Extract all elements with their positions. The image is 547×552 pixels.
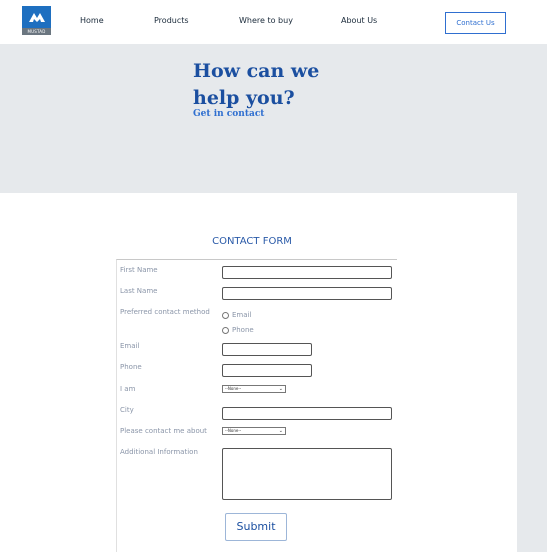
phone-field[interactable] bbox=[222, 364, 312, 377]
chevron-down-icon: ⌄ bbox=[278, 428, 283, 434]
additional-info-textarea[interactable] bbox=[222, 448, 392, 500]
email-field[interactable] bbox=[222, 343, 312, 356]
hero-banner: How can we help you? Get in contact bbox=[0, 44, 547, 193]
radio-email[interactable] bbox=[222, 312, 229, 319]
right-gutter bbox=[517, 193, 547, 552]
contact-about-select[interactable]: --None-- ⌄ bbox=[222, 427, 286, 435]
form-heading: CONTACT FORM bbox=[212, 236, 292, 247]
chevron-down-icon: ⌄ bbox=[278, 386, 283, 392]
contact-form bbox=[116, 259, 397, 552]
radio-phone[interactable] bbox=[222, 327, 229, 334]
nav-products[interactable]: Products bbox=[154, 16, 189, 25]
last-name-label: Last Name bbox=[120, 287, 158, 295]
phone-label: Phone bbox=[120, 363, 142, 371]
additional-info-label: Additional Information bbox=[120, 448, 198, 456]
site-header: MUSTAD Home Products Where to buy About … bbox=[0, 0, 547, 44]
logo-text: MUSTAD bbox=[22, 28, 51, 35]
first-name-label: First Name bbox=[120, 266, 158, 274]
radio-phone-label: Phone bbox=[232, 326, 254, 334]
email-label: Email bbox=[120, 342, 140, 350]
mustad-logo[interactable]: MUSTAD bbox=[22, 6, 51, 35]
i-am-label: I am bbox=[120, 385, 136, 393]
i-am-select[interactable]: --None-- ⌄ bbox=[222, 385, 286, 393]
nav-home[interactable]: Home bbox=[80, 16, 104, 25]
logo-mark-icon bbox=[28, 13, 45, 22]
nav-about-us[interactable]: About Us bbox=[341, 16, 377, 25]
contact-about-label: Please contact me about bbox=[120, 427, 207, 435]
nav-where-to-buy[interactable]: Where to buy bbox=[239, 16, 293, 25]
radio-email-label: Email bbox=[232, 311, 252, 319]
hero-title-line2: help you? bbox=[193, 87, 295, 109]
i-am-selected-value: --None-- bbox=[225, 386, 242, 391]
hero-title: How can we help you? bbox=[193, 58, 373, 112]
submit-button[interactable]: Submit bbox=[225, 513, 287, 541]
last-name-field[interactable] bbox=[222, 287, 392, 300]
hero-subtitle: Get in contact bbox=[193, 109, 265, 119]
contact-about-selected-value: --None-- bbox=[225, 428, 242, 433]
first-name-field[interactable] bbox=[222, 266, 392, 279]
hero-title-line1: How can we bbox=[193, 60, 320, 82]
city-label: City bbox=[120, 406, 134, 414]
preferred-contact-label: Preferred contact method bbox=[120, 308, 210, 316]
contact-us-button[interactable]: Contact Us bbox=[445, 12, 506, 34]
city-field[interactable] bbox=[222, 407, 392, 420]
